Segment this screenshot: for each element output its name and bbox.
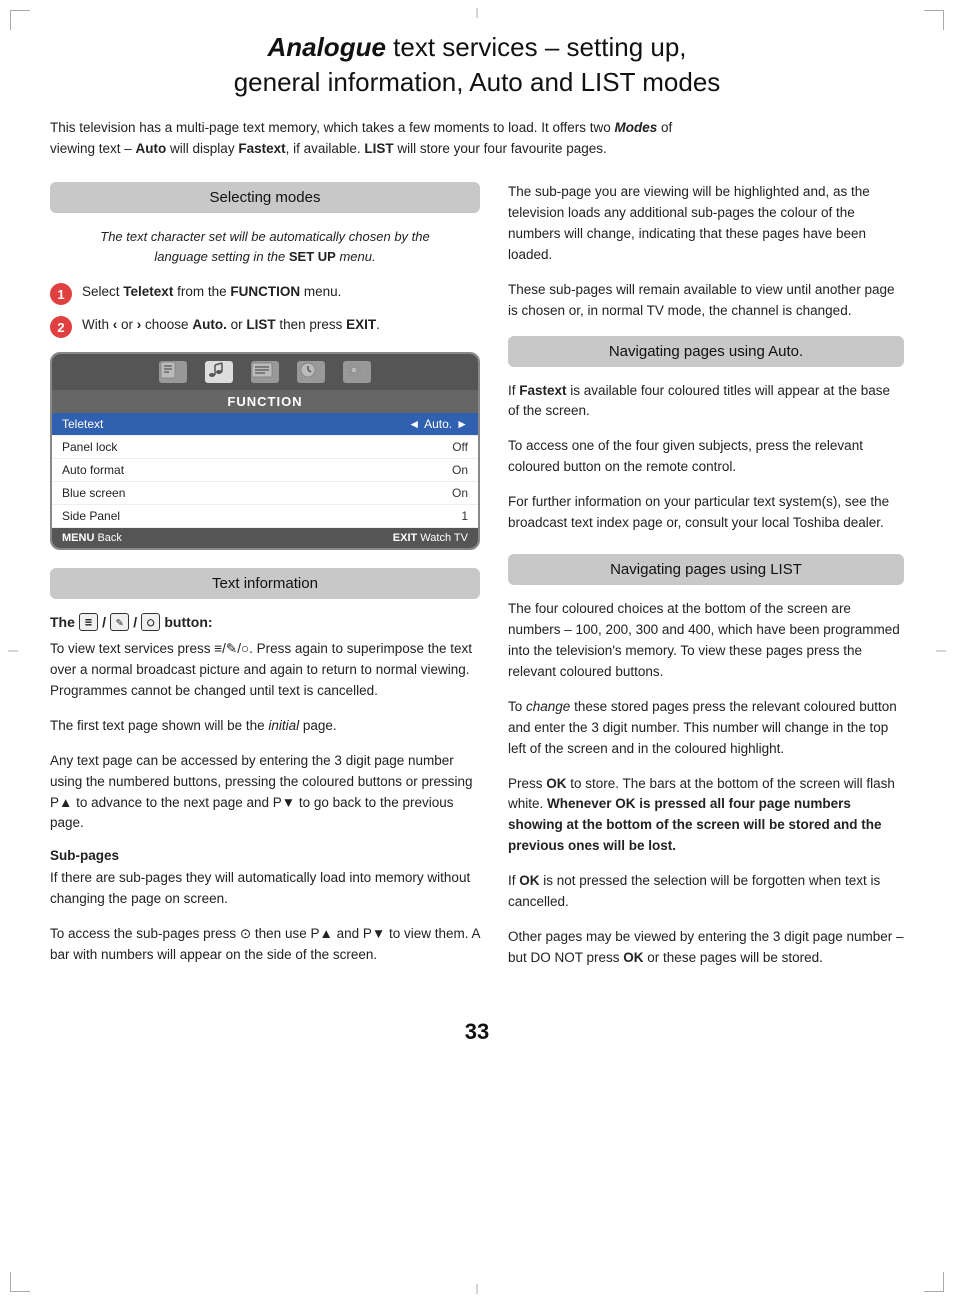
step-1-text: Select Teletext from the FUNCTION menu. (82, 282, 341, 302)
nav-auto-section: Navigating pages using Auto. If Fastext … (508, 336, 904, 535)
subpages-para2: To access the sub-pages press ⊙ then use… (50, 924, 480, 966)
nav-list-para3: Press OK to store. The bars at the botto… (508, 774, 904, 858)
text-info-para2: The first text page shown will be the in… (50, 716, 480, 737)
page-number: 33 (50, 1019, 904, 1045)
page-title: Analogue text services – setting up,gene… (50, 30, 904, 100)
arrow-right-icon: ► (456, 417, 468, 431)
tv-menu-row-panellock: Panel lock Off (52, 436, 478, 459)
btn-icon-1: ≡ (79, 613, 98, 631)
nav-auto-heading: Navigating pages using Auto. (508, 336, 904, 367)
italic-note-line2: language setting in the (154, 249, 285, 264)
intro-auto: Auto (136, 141, 167, 156)
step-2-text: With ‹ or › choose Auto. or LIST then pr… (82, 315, 380, 335)
tv-menu-row-bluescreen: Blue screen On (52, 482, 478, 505)
intro-fastext: Fastext (238, 141, 285, 156)
tv-menu-row-teletext: Teletext ◄ Auto. ► (52, 413, 478, 436)
tv-icon-settings (343, 361, 371, 383)
nav-list-para4: If OK is not pressed the selection will … (508, 871, 904, 913)
subpages-heading: Sub-pages (50, 848, 480, 863)
intro-text4: , if available. (286, 141, 365, 156)
left-column: Selecting modes The text character set w… (50, 182, 480, 989)
text-info-para1: To view text services press ≡/✎/○. Press… (50, 639, 480, 702)
tv-menu-footer: MENU Back EXIT Watch TV (52, 528, 478, 548)
tv-icon-doc (159, 361, 187, 383)
text-information-heading: Text information (50, 568, 480, 599)
step-2: 2 With ‹ or › choose Auto. or LIST then … (50, 315, 480, 338)
arrow-left-icon: ◄ (408, 417, 420, 431)
text-information-section: Text information The ≡ / ✎ / ○ button: T… (50, 568, 480, 966)
tv-icon-list (251, 361, 279, 383)
tv-menu-graphic: FUNCTION Teletext ◄ Auto. ► Panel lock O… (50, 352, 480, 550)
intro-modes: Modes (615, 120, 658, 135)
nav-list-para5: Other pages may be viewed by entering th… (508, 927, 904, 969)
italic-note: The text character set will be automatic… (50, 227, 480, 266)
button-slash-2: / (133, 614, 137, 630)
tv-menu-title: FUNCTION (52, 390, 478, 413)
nav-list-section: Navigating pages using LIST The four col… (508, 554, 904, 969)
text-info-para3: Any text page can be accessed by enterin… (50, 751, 480, 835)
right-column: The sub-page you are viewing will be hig… (508, 182, 904, 989)
nav-auto-para3: For further information on your particul… (508, 492, 904, 534)
page-wrapper: Analogue text services – setting up,gene… (0, 0, 954, 1302)
button-label: The ≡ / ✎ / ○ button: (50, 613, 480, 631)
tv-icon-clock (297, 361, 325, 383)
nav-list-para2: To change these stored pages press the r… (508, 697, 904, 760)
step-2-number: 2 (50, 316, 72, 338)
two-col-layout: Selecting modes The text character set w… (50, 182, 904, 989)
step-1-number: 1 (50, 283, 72, 305)
nav-auto-para1: If Fastext is available four coloured ti… (508, 381, 904, 423)
intro-text5: will store your four favourite pages. (394, 141, 607, 156)
tv-icon-music (205, 361, 233, 383)
btn-icon-2: ✎ (110, 613, 129, 631)
btn-icon-3: ○ (141, 613, 160, 631)
button-label-end: button: (164, 614, 212, 630)
button-label-the: The (50, 614, 75, 630)
title-bold: Analogue (267, 32, 385, 62)
step-1: 1 Select Teletext from the FUNCTION menu… (50, 282, 480, 305)
selecting-modes-heading: Selecting modes (50, 182, 480, 213)
subpage-highlight-para2: These sub-pages will remain available to… (508, 280, 904, 322)
button-slash-1: / (102, 614, 106, 630)
footer-exit: EXIT Watch TV (393, 532, 468, 544)
italic-note-bold: SET UP (289, 249, 336, 264)
intro-text1: This television has a multi-page text me… (50, 120, 615, 135)
nav-list-para1: The four coloured choices at the bottom … (508, 599, 904, 683)
intro-list: LIST (364, 141, 393, 156)
subpages-para1: If there are sub-pages they will automat… (50, 868, 480, 910)
intro-paragraph: This television has a multi-page text me… (50, 118, 904, 160)
nav-list-heading: Navigating pages using LIST (508, 554, 904, 585)
italic-note-line1: The text character set will be automatic… (100, 229, 430, 244)
intro-text3: will display (166, 141, 238, 156)
tv-menu-icons-row (52, 354, 478, 390)
italic-note-line3: menu. (339, 249, 375, 264)
subpage-highlight-para1: The sub-page you are viewing will be hig… (508, 182, 904, 266)
nav-auto-para2: To access one of the four given subjects… (508, 436, 904, 478)
footer-menu: MENU Back (62, 532, 122, 544)
tv-menu-row-sidepanel: Side Panel 1 (52, 505, 478, 528)
tv-menu-row-autoformat: Auto format On (52, 459, 478, 482)
